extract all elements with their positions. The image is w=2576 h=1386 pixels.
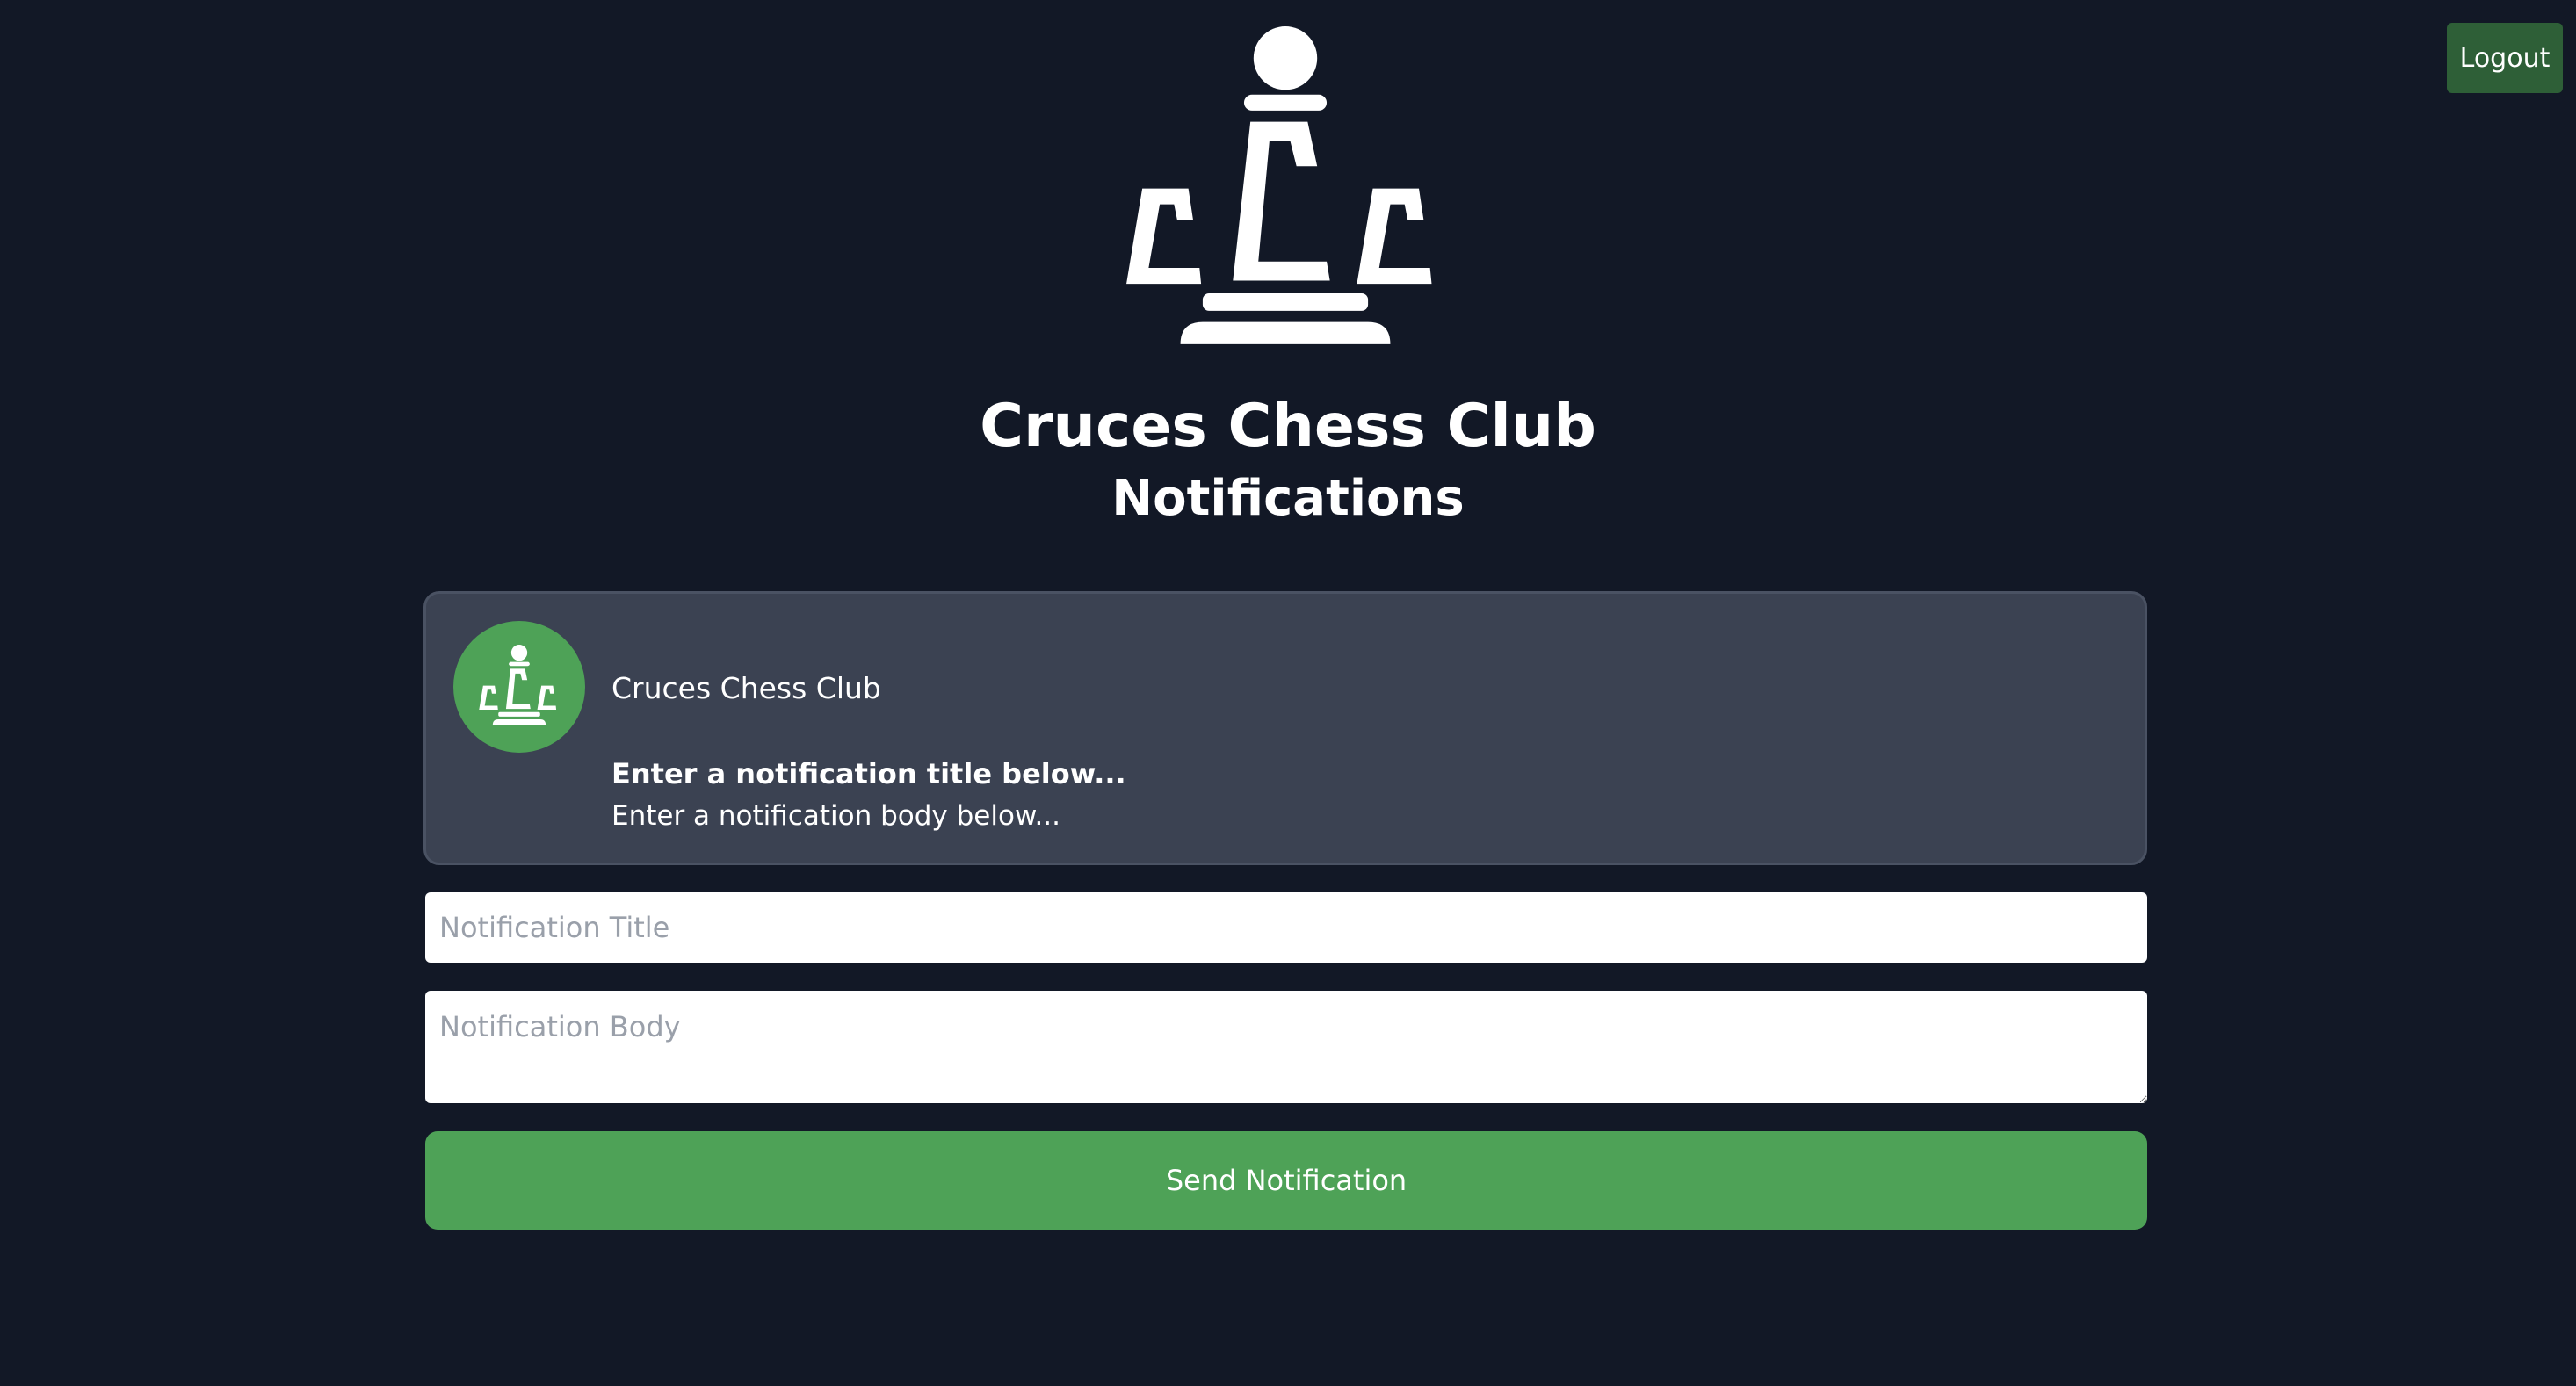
notifications-page: Logout Cruces Chess Club Notifications C…	[0, 0, 2576, 1386]
logout-button[interactable]: Logout	[2447, 23, 2563, 93]
preview-title: Enter a notification title below...	[611, 757, 1126, 790]
avatar	[453, 621, 585, 753]
notification-body-input[interactable]	[425, 991, 2147, 1103]
chess-logo-icon	[479, 645, 557, 725]
page-subtitle: Notifications	[1111, 470, 1465, 527]
notification-preview-card: Cruces Chess Club Enter a notification t…	[423, 591, 2147, 865]
send-notification-button[interactable]: Send Notification	[425, 1131, 2147, 1230]
notification-title-input[interactable]	[425, 892, 2147, 963]
club-logo-icon	[1126, 26, 1432, 344]
club-name-heading: Cruces Chess Club	[980, 392, 1596, 461]
preview-sender-name: Cruces Chess Club	[611, 671, 881, 705]
preview-body: Enter a notification body below...	[611, 800, 1061, 832]
